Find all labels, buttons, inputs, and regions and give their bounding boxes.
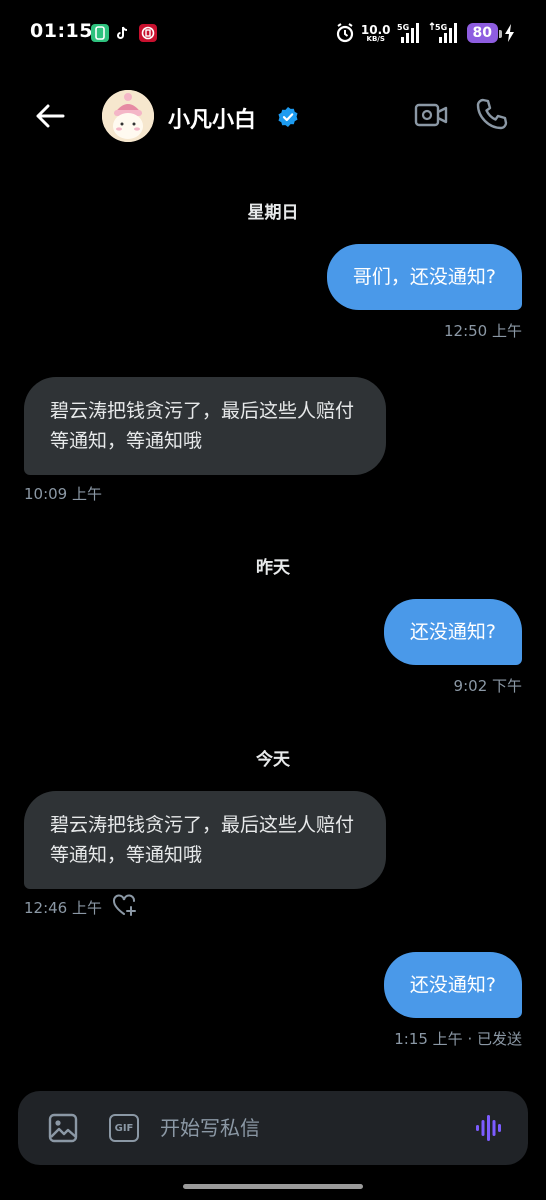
alarm-icon (336, 23, 354, 43)
verified-badge-icon (278, 107, 298, 127)
message-composer: GIF (18, 1091, 528, 1165)
back-button[interactable] (30, 96, 70, 136)
arrow-left-icon (36, 104, 65, 128)
date-separator: 今天 (256, 750, 290, 770)
video-camera-icon (414, 103, 448, 127)
svg-text:5G: 5G (397, 23, 409, 32)
incoming-message-bubble[interactable]: 碧云涛把钱贪污了，最后这些人赔付等通知，等通知哦 (24, 377, 386, 475)
charging-icon (505, 24, 514, 42)
status-indicators: 10.0 KB/S 5G 5G 80 (335, 18, 516, 48)
status-bar: 01:15 10.0 KB/S 5G 5G 80 (0, 0, 546, 66)
home-indicator[interactable] (183, 1184, 363, 1189)
video-call-button[interactable] (414, 98, 448, 132)
date-separator: 星期日 (247, 203, 299, 223)
image-icon (48, 1113, 78, 1143)
status-time: 01:15 (30, 20, 93, 42)
outgoing-message-bubble[interactable]: 哥们，还没通知? (326, 244, 522, 310)
message-timestamp: 9:02 下午 (453, 677, 522, 695)
add-reaction-icon[interactable] (112, 893, 138, 917)
message-timestamp: 12:50 上午 (444, 322, 522, 340)
battery-indicator: 80 (466, 23, 503, 43)
outgoing-message-bubble[interactable]: 还没通知? (383, 599, 522, 665)
svg-text:5G: 5G (435, 23, 447, 32)
signal-2-icon: 5G (429, 22, 457, 43)
tiktok-app-icon (114, 24, 132, 42)
attach-image-button[interactable] (48, 1113, 78, 1143)
message-timestamp: 10:09 上午 (24, 485, 102, 503)
voice-call-button[interactable] (474, 96, 510, 132)
voice-message-button[interactable] (474, 1113, 504, 1143)
voice-waveform-icon (476, 1115, 501, 1141)
wallet-app-icon (91, 24, 109, 42)
contact-name[interactable]: 小凡小白 (168, 102, 256, 134)
signal-1-icon: 5G (397, 23, 419, 43)
network-speed: 10.0 KB/S (360, 22, 391, 43)
gif-button[interactable]: GIF (109, 1114, 139, 1142)
date-separator: 昨天 (256, 558, 290, 578)
message-timestamp: 1:15 上午 · 已发送 (394, 1030, 522, 1048)
outgoing-message-bubble[interactable]: 还没通知? (383, 952, 522, 1018)
incoming-message-bubble[interactable]: 碧云涛把钱贪污了，最后这些人赔付等通知，等通知哦 (24, 791, 386, 889)
message-input[interactable] (160, 1111, 460, 1145)
conversation-header: 小凡小白 (0, 80, 546, 152)
phone-icon (476, 98, 508, 130)
message-timestamp: 12:46 上午 (24, 899, 102, 917)
avatar[interactable] (102, 90, 154, 142)
bank-app-icon (139, 24, 157, 42)
